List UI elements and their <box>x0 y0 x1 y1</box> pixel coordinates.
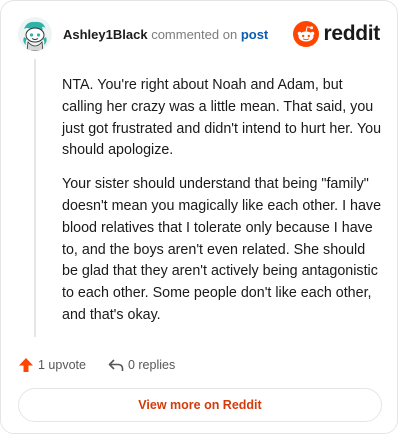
comment-card: Ashley1Black commented on post reddit NT… <box>0 0 398 434</box>
comment-body: NTA. You're right about Noah and Adam, b… <box>62 75 384 339</box>
comment-paragraph-1: NTA. You're right about Noah and Adam, b… <box>62 77 382 159</box>
comment-paragraph-2: Your sister should understand that being… <box>62 176 382 323</box>
replies-button[interactable]: 0 replies <box>108 357 175 373</box>
upvote-count: 1 upvote <box>38 358 86 372</box>
reddit-brand-link[interactable]: reddit <box>293 21 380 47</box>
view-more-button[interactable]: View more on Reddit <box>18 388 382 422</box>
thread-line <box>34 59 36 337</box>
reply-arrow-icon <box>108 357 124 373</box>
comment-meta: Ashley1Black commented on post <box>63 27 268 43</box>
reddit-wordmark: reddit <box>323 22 380 45</box>
username-link[interactable]: Ashley1Black <box>63 27 148 42</box>
reply-count: 0 replies <box>127 358 176 372</box>
comment-header: Ashley1Black commented on post reddit <box>18 17 380 51</box>
upvote-button[interactable]: 1 upvote <box>18 357 86 373</box>
snoo-avatar-icon[interactable] <box>18 17 52 51</box>
reddit-snoo-icon <box>293 21 320 47</box>
comment-actions: 1 upvote 0 replies <box>18 356 175 374</box>
upvote-arrow-icon <box>18 357 34 373</box>
post-link[interactable]: post <box>241 27 268 42</box>
action-text: commented on <box>151 27 238 42</box>
